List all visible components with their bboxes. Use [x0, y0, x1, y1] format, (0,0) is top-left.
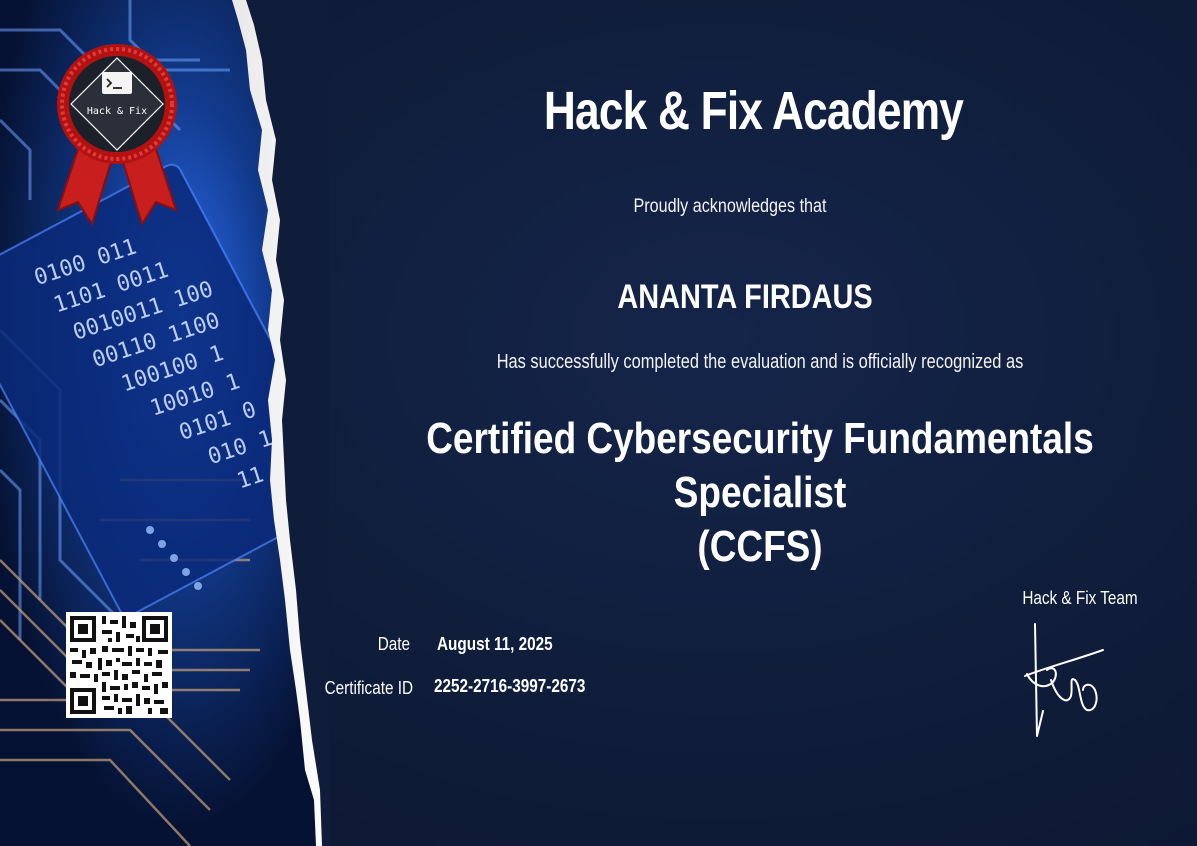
- date-value-row: August 11, 2025: [437, 634, 573, 655]
- handwritten-signature: [1024, 623, 1104, 737]
- date-label-row: Date: [300, 634, 410, 655]
- certificate: 0100 011 1101 0011 0010011 100 00110 110…: [0, 0, 1197, 846]
- recognition-statement: Has successfully completed the evaluatio…: [496, 351, 1024, 373]
- certification-title: Certified Cybersecurity Fundamentals Spe…: [399, 412, 1121, 574]
- recipient-name: ANANTA FIRDAUS: [617, 278, 873, 316]
- terminal-icon: [102, 72, 132, 94]
- date-label: Date: [377, 634, 410, 654]
- certificate-id-value-row: 2252-2716-3997-2673: [434, 676, 612, 697]
- certification-name: Certified Cybersecurity Fundamentals Spe…: [426, 414, 1094, 517]
- date-value: August 11, 2025: [437, 634, 553, 654]
- signatory-team: Hack & Fix Team: [1022, 588, 1138, 608]
- certificate-id-label: Certificate ID: [324, 678, 413, 698]
- intro-text: Proudly acknowledges that: [633, 196, 827, 217]
- qr-code: [66, 612, 172, 718]
- academy-title: Hack & Fix Academy: [543, 81, 964, 141]
- award-seal: Hack & Fix: [56, 44, 178, 227]
- seal-logo-text: Hack & Fix: [87, 106, 147, 117]
- certification-abbreviation: (CCFS): [697, 522, 823, 571]
- certificate-id-value: 2252-2716-3997-2673: [434, 676, 586, 696]
- certificate-id-label-row: Certificate ID: [280, 678, 413, 699]
